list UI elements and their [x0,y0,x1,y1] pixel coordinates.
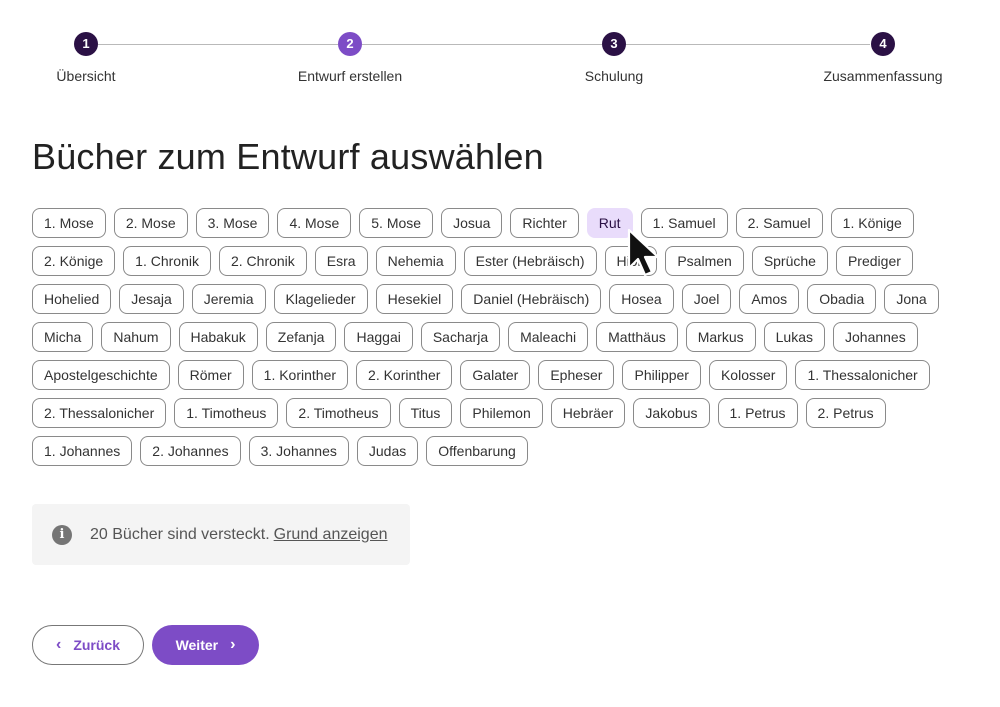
book-chip[interactable]: Titus [398,398,453,428]
step-summary[interactable]: 4 Zusammenfassung [803,32,963,84]
book-chip[interactable]: Psalmen [665,246,744,276]
book-chip[interactable]: 4. Mose [277,208,352,238]
book-chip[interactable]: Esra [314,246,368,276]
book-chip[interactable]: 1. Chronik [123,246,211,276]
book-chip[interactable]: Philemon [460,398,543,428]
book-chip[interactable]: Jesaja [119,284,184,314]
chevron-left-icon: ‹ [55,636,62,653]
book-chip[interactable]: 2. Thessalonicher [32,398,167,428]
step-number: 4 [871,32,895,56]
next-button-label: Weiter [175,637,219,653]
book-chip[interactable]: Richter [510,208,579,238]
book-chip[interactable]: 1. Könige [830,208,914,238]
book-chip[interactable]: 1. Thessalonicher [795,360,930,390]
book-chip[interactable]: 1. Mose [32,208,106,238]
book-chip[interactable]: Judas [356,436,419,466]
book-chip[interactable]: Hosea [609,284,674,314]
book-chip[interactable]: Epheser [538,360,615,390]
back-button-label: Zurück [73,637,120,653]
step-label: Übersicht [56,68,116,84]
book-chip[interactable]: 5. Mose [359,208,434,238]
book-chip[interactable]: Apostelgeschichte [32,360,170,390]
book-chip[interactable]: Galater [460,360,531,390]
step-number: 2 [338,32,362,56]
book-chip[interactable]: Josua [441,208,503,238]
book-chip[interactable]: Hesekiel [375,284,454,314]
notice-text: 20 Bücher sind versteckt. [90,525,270,543]
book-chip[interactable]: 3. Mose [195,208,270,238]
book-chip[interactable]: Micha [32,322,94,352]
book-chip[interactable]: Philipper [622,360,701,390]
book-chip[interactable]: 2. Mose [113,208,188,238]
book-chip[interactable]: Jeremia [191,284,266,314]
book-chip[interactable]: Maleachi [508,322,589,352]
book-chip-list: 1. Mose 2. Mose 3. Mose 4. Mose 5. Mose Josua… [32,208,962,466]
book-chip[interactable]: Kolosser [708,360,788,390]
step-number: 3 [602,32,626,56]
book-chip[interactable]: Daniel (Hebräisch) [461,284,602,314]
book-chip[interactable]: Prediger [835,246,913,276]
book-chip[interactable]: 3. Johannes [248,436,349,466]
book-chip[interactable]: Ester (Hebräisch) [463,246,597,276]
book-chip[interactable]: Zefanja [265,322,337,352]
book-chip[interactable]: Hebräer [550,398,626,428]
chevron-right-icon: › [230,636,236,653]
step-label: Entwurf erstellen [297,68,403,84]
book-chip[interactable]: 2. Johannes [140,436,241,466]
page-title: Bücher zum Entwurf auswählen [32,136,544,177]
book-chip[interactable]: 2. Könige [32,246,116,276]
stepper: 1 Übersicht 2 Entwurf erstellen 3 Schulu… [0,0,1000,100]
book-chip[interactable]: Rut [586,208,633,238]
step-label: Zusammenfassung [823,68,943,84]
step-create-draft[interactable]: 2 Entwurf erstellen [270,32,430,84]
book-chip[interactable]: Markus [685,322,756,352]
book-chip[interactable]: Nahum [101,322,171,352]
book-chip[interactable]: Nehemia [375,246,456,276]
book-chip[interactable]: 1. Johannes [32,436,133,466]
hidden-books-notice: i 20 Bücher sind versteckt. Grund anzeig… [32,504,410,565]
book-chip[interactable]: Hiob [604,246,658,276]
book-chip[interactable]: 2. Petrus [805,398,886,428]
step-label: Schulung [584,68,644,84]
book-chip[interactable]: Obadia [807,284,877,314]
book-chip[interactable]: 2. Chronik [218,246,307,276]
book-chip[interactable]: Sprüche [751,246,828,276]
book-chip[interactable]: Lukas [763,322,825,352]
book-chip[interactable]: 2. Samuel [735,208,823,238]
book-chip[interactable]: 2. Korinther [356,360,453,390]
book-chip[interactable]: Klagelieder [273,284,368,314]
book-chip[interactable]: Joel [681,284,732,314]
book-chip[interactable]: 1. Timotheus [174,398,279,428]
book-chip[interactable]: Sacharja [420,322,501,352]
book-chip[interactable]: Matthäus [596,322,678,352]
book-chip[interactable]: Habakuk [178,322,258,352]
book-chip[interactable]: 1. Petrus [717,398,798,428]
book-chip[interactable]: Offenbarung [426,436,528,466]
step-training[interactable]: 3 Schulung [534,32,694,84]
book-chip[interactable]: 2. Timotheus [286,398,391,428]
book-chip[interactable]: 1. Korinther [251,360,349,390]
book-chip[interactable]: Haggai [344,322,413,352]
book-chip[interactable]: Jona [884,284,939,314]
step-overview[interactable]: 1 Übersicht [6,32,166,84]
book-chip[interactable]: Amos [739,284,800,314]
info-icon: i [52,524,72,545]
show-reason-link[interactable]: Grund anzeigen [274,526,388,544]
step-number: 1 [74,32,98,56]
book-chip[interactable]: Hohelied [32,284,112,314]
book-chip[interactable]: Jakobus [633,398,710,428]
next-button[interactable]: Weiter › [152,625,259,665]
book-chip[interactable]: 1. Samuel [640,208,728,238]
book-chip[interactable]: Johannes [833,322,918,352]
book-chip[interactable]: Römer [177,360,244,390]
back-button[interactable]: ‹ Zurück [32,625,144,665]
